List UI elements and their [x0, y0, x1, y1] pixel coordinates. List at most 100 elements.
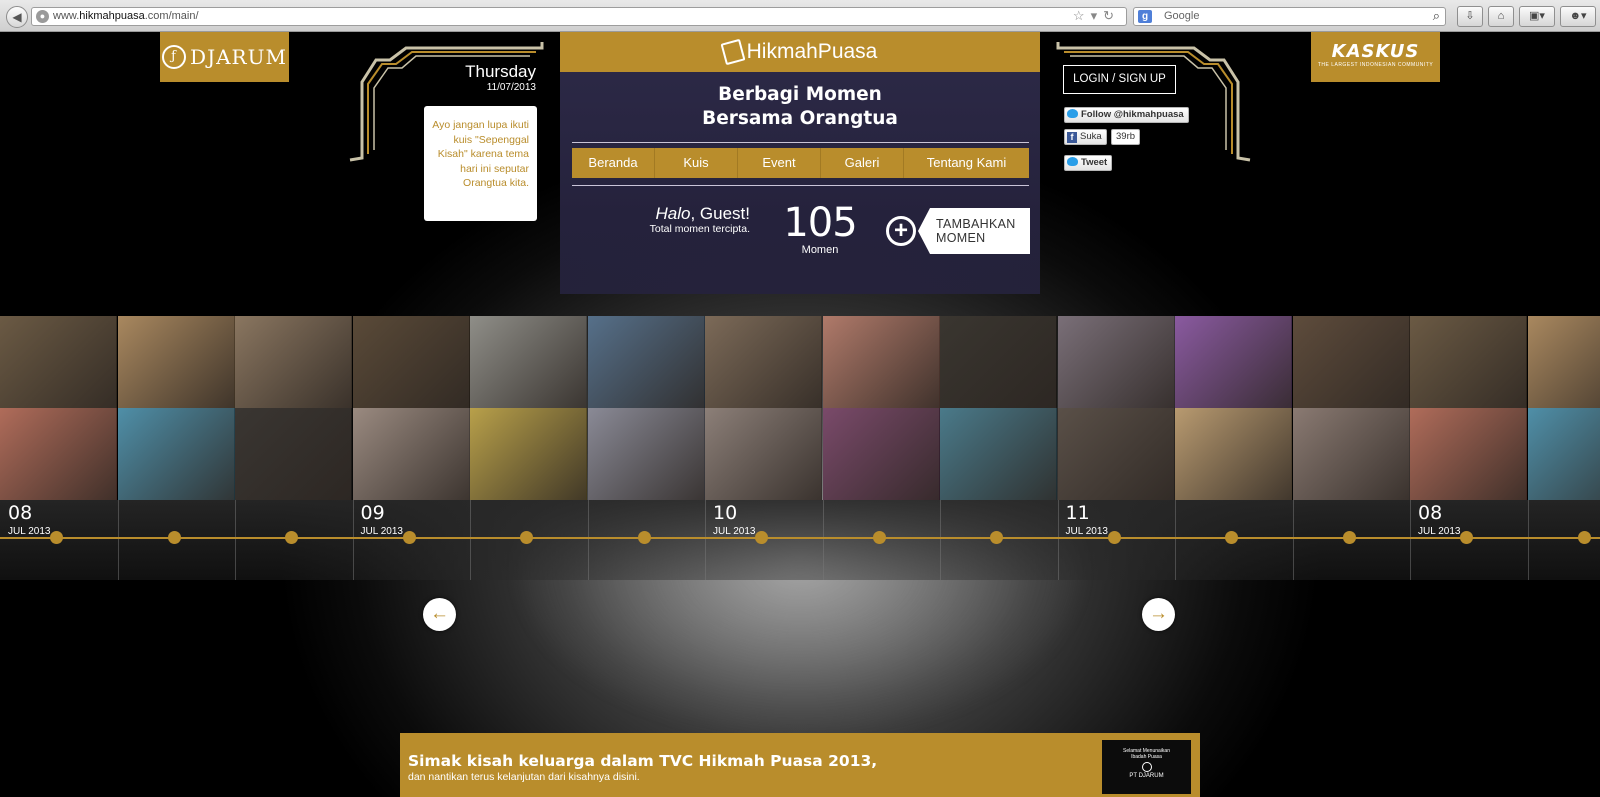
- moment-photo[interactable]: [1410, 316, 1527, 408]
- kaskus-logo-text: KASKUS: [1331, 41, 1420, 62]
- timeline-dot[interactable]: [1107, 531, 1121, 544]
- timeline-dot[interactable]: [637, 531, 651, 544]
- moment-photo[interactable]: [470, 316, 587, 408]
- kaskus-logo[interactable]: KASKUS THE LARGEST INDONESIAN COMMUNITY: [1311, 32, 1440, 82]
- addon-menu-icon[interactable]: ☻▾: [1560, 6, 1596, 27]
- tvc-video-thumbnail[interactable]: Selamat Menunaikan Ibadah Puasa PT DJARU…: [1102, 740, 1191, 794]
- follow-label: Follow @hikmahpuasa: [1081, 109, 1184, 120]
- tvc-banner[interactable]: Simak kisah keluarga dalam TVC Hikmah Pu…: [400, 733, 1200, 797]
- timeline-dot[interactable]: [285, 531, 298, 544]
- tweet-button[interactable]: Tweet: [1064, 155, 1113, 171]
- moment-photo[interactable]: [1057, 408, 1175, 500]
- timeline-column-divider: [1527, 500, 1529, 580]
- timeline-dot[interactable]: [520, 531, 533, 544]
- login-signup-button[interactable]: LOGIN / SIGN UP: [1063, 65, 1176, 94]
- back-arrow-icon[interactable]: ◀: [6, 6, 28, 28]
- nav-beranda[interactable]: Beranda: [572, 148, 655, 178]
- djarum-feather-icon: ƒ: [162, 45, 187, 69]
- nav-galeri[interactable]: Galeri: [821, 148, 904, 178]
- page-body: ƒ DJARUM KASKUS THE LARGEST INDONESIAN C…: [0, 32, 1600, 797]
- timeline-column-divider: [1057, 500, 1059, 580]
- divider: [572, 185, 1029, 186]
- timeline-dot[interactable]: [1460, 531, 1473, 544]
- moment-photo[interactable]: [1527, 316, 1600, 408]
- timeline-dot[interactable]: [872, 531, 886, 544]
- next-arrow-icon[interactable]: →: [1142, 598, 1175, 631]
- moment-photo[interactable]: [117, 408, 235, 500]
- google-icon[interactable]: g: [1138, 10, 1152, 23]
- timeline-date-day: 11: [1065, 502, 1090, 524]
- bookmark-star-icon[interactable]: ☆▾↻: [1073, 8, 1120, 24]
- moment-photo[interactable]: [705, 316, 822, 408]
- djarum-logo[interactable]: ƒ DJARUM: [160, 32, 289, 82]
- moment-photo[interactable]: [0, 408, 117, 500]
- timeline-date-month: JUL 2013: [360, 526, 403, 537]
- moment-photo[interactable]: [1057, 316, 1175, 408]
- moment-photo[interactable]: [1410, 408, 1527, 500]
- moment-photo[interactable]: [1175, 316, 1292, 408]
- moment-photo[interactable]: [940, 316, 1057, 408]
- nav-tentang-kami[interactable]: Tentang Kami: [904, 148, 1029, 178]
- timeline-dot[interactable]: [1342, 531, 1356, 544]
- search-icon[interactable]: ⌕: [1433, 8, 1440, 24]
- moment-photo[interactable]: [822, 408, 940, 500]
- prev-arrow-icon[interactable]: ←: [423, 598, 456, 631]
- moment-photo[interactable]: [1175, 408, 1292, 500]
- kaskus-tagline: THE LARGEST INDONESIAN COMMUNITY: [1317, 62, 1434, 68]
- moment-photo[interactable]: [235, 316, 352, 408]
- moment-photo[interactable]: [0, 316, 117, 408]
- moment-photo[interactable]: [352, 316, 470, 408]
- address-bar[interactable]: ● www.hikmahpuasa.com/main/ ☆▾↻: [31, 7, 1127, 26]
- greeting-subtitle: Total momen tercipta.: [649, 223, 750, 235]
- nav-kuis[interactable]: Kuis: [655, 148, 738, 178]
- timeline-dot[interactable]: [1577, 531, 1591, 544]
- facebook-like-button[interactable]: f Suka: [1064, 129, 1107, 145]
- timeline-dot[interactable]: [402, 531, 416, 544]
- download-icon[interactable]: ⇩: [1457, 6, 1483, 27]
- search-bar[interactable]: g Google ⌕: [1133, 7, 1446, 26]
- moment-photo[interactable]: [587, 408, 705, 500]
- timeline-dot[interactable]: [1225, 531, 1238, 544]
- moment-photo[interactable]: [822, 316, 940, 408]
- timeline-column-divider: [705, 500, 706, 580]
- moment-photo[interactable]: [1527, 408, 1600, 500]
- timeline-column-divider: [235, 500, 236, 580]
- timeline-dot[interactable]: [990, 531, 1003, 544]
- site-logo[interactable]: HikmahPuasa: [560, 32, 1040, 72]
- moment-counter: 105 Momen: [760, 200, 880, 256]
- banner-title: Simak kisah keluarga dalam TVC Hikmah Pu…: [408, 752, 878, 770]
- moment-photo[interactable]: [1292, 408, 1410, 500]
- like-label: Suka: [1080, 131, 1102, 142]
- quiz-reminder: Ayo jangan lupa ikuti kuis "Sepenggal Ki…: [424, 106, 537, 221]
- nav-event[interactable]: Event: [738, 148, 821, 178]
- thumb-brand: PT DJARUM: [1129, 773, 1164, 779]
- moment-photo[interactable]: [235, 408, 352, 500]
- timeline-column-divider: [1410, 500, 1411, 580]
- facebook-icon: f: [1067, 132, 1077, 143]
- home-icon[interactable]: ⌂: [1488, 6, 1514, 27]
- moment-photo[interactable]: [587, 316, 705, 408]
- gift-bag-icon: [720, 38, 746, 66]
- timeline-dot[interactable]: [755, 531, 768, 544]
- photo-grid: [0, 316, 1600, 500]
- add-moment-button[interactable]: + TAMBAHKAN MOMEN: [886, 208, 1030, 254]
- timeline-dot[interactable]: [167, 531, 181, 544]
- globe-icon: ●: [36, 10, 49, 23]
- moment-photo[interactable]: [117, 316, 235, 408]
- moment-photo[interactable]: [470, 408, 587, 500]
- timeline-date-month: JUL 2013: [8, 526, 51, 537]
- moment-photo[interactable]: [352, 408, 470, 500]
- djarum-feather-icon: [1141, 762, 1152, 772]
- timeline-column-divider: [117, 500, 119, 580]
- add-moment-label: TAMBAHKAN MOMEN: [918, 208, 1030, 254]
- greeting: Halo, Guest! Total momen tercipta.: [600, 204, 750, 235]
- twitter-follow-button[interactable]: Follow @hikmahpuasa: [1064, 107, 1189, 123]
- moment-photo[interactable]: [1292, 316, 1410, 408]
- bookmarks-menu-icon[interactable]: ▣▾: [1519, 6, 1555, 27]
- timeline-dot[interactable]: [50, 531, 63, 544]
- moment-photo[interactable]: [940, 408, 1057, 500]
- tweet-label: Tweet: [1081, 157, 1108, 168]
- search-input[interactable]: Google: [1164, 10, 1199, 22]
- timeline-column-divider: [352, 500, 354, 580]
- moment-photo[interactable]: [705, 408, 822, 500]
